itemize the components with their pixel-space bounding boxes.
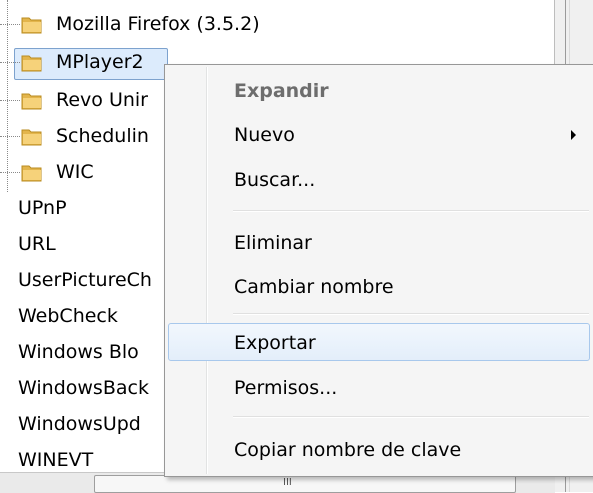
- folder-icon: [21, 126, 43, 146]
- tree-item-label: WebCheck: [18, 305, 118, 327]
- tree-item-label: Mozilla Firefox (3.5.2): [56, 13, 260, 35]
- tree-item-label: UserPictureCh: [18, 269, 152, 291]
- menu-item-exportar[interactable]: Exportar: [168, 323, 590, 361]
- context-menu: Expandir Nuevo Buscar... Eliminar Cambia…: [164, 64, 593, 477]
- folder-icon: [21, 52, 43, 72]
- tree-item-label: MPlayer2: [56, 51, 144, 73]
- folder-icon: [21, 14, 43, 34]
- menu-separator: [233, 210, 589, 212]
- menu-item-label: Exportar: [234, 332, 316, 354]
- tree-item-label: Revo Unir: [56, 89, 148, 111]
- menu-item-label: Eliminar: [234, 232, 312, 254]
- menu-item-label: Buscar...: [234, 169, 316, 191]
- tree-item-label: Schedulin: [56, 125, 149, 147]
- scrollbar-grip: III: [283, 477, 292, 488]
- menu-item-eliminar[interactable]: Eliminar: [168, 224, 590, 262]
- submenu-arrow-icon: [571, 130, 576, 140]
- menu-item-label: Cambiar nombre: [234, 276, 394, 298]
- tree-item-label: Windows Blo: [18, 341, 139, 363]
- tree-item-label: WindowsBack: [18, 377, 149, 399]
- menu-item-label: Nuevo: [234, 124, 295, 146]
- menu-item-label: Expandir: [234, 80, 329, 102]
- menu-separator: [233, 313, 589, 315]
- tree-item-label: URL: [18, 233, 56, 255]
- menu-item-permisos[interactable]: Permisos...: [168, 369, 590, 407]
- folder-icon: [21, 90, 43, 110]
- menu-item-copiar-nombre-de-clave[interactable]: Copiar nombre de clave: [168, 431, 590, 469]
- menu-item-nuevo[interactable]: Nuevo: [168, 116, 590, 154]
- scrollbar-thumb[interactable]: [94, 475, 516, 493]
- menu-item-label: Copiar nombre de clave: [234, 439, 462, 461]
- menu-item-expandir[interactable]: Expandir: [168, 72, 590, 110]
- menu-item-buscar[interactable]: Buscar...: [168, 161, 590, 199]
- tree-item-label: UPnP: [18, 197, 67, 219]
- menu-item-cambiar-nombre[interactable]: Cambiar nombre: [168, 268, 590, 306]
- folder-icon: [21, 162, 43, 182]
- tree-guide-line: [7, 0, 8, 192]
- menu-item-label: Permisos...: [234, 377, 338, 399]
- tree-item-label: WIC: [56, 161, 94, 183]
- menu-separator: [233, 416, 589, 418]
- tree-item-label: WindowsUpd: [18, 413, 141, 435]
